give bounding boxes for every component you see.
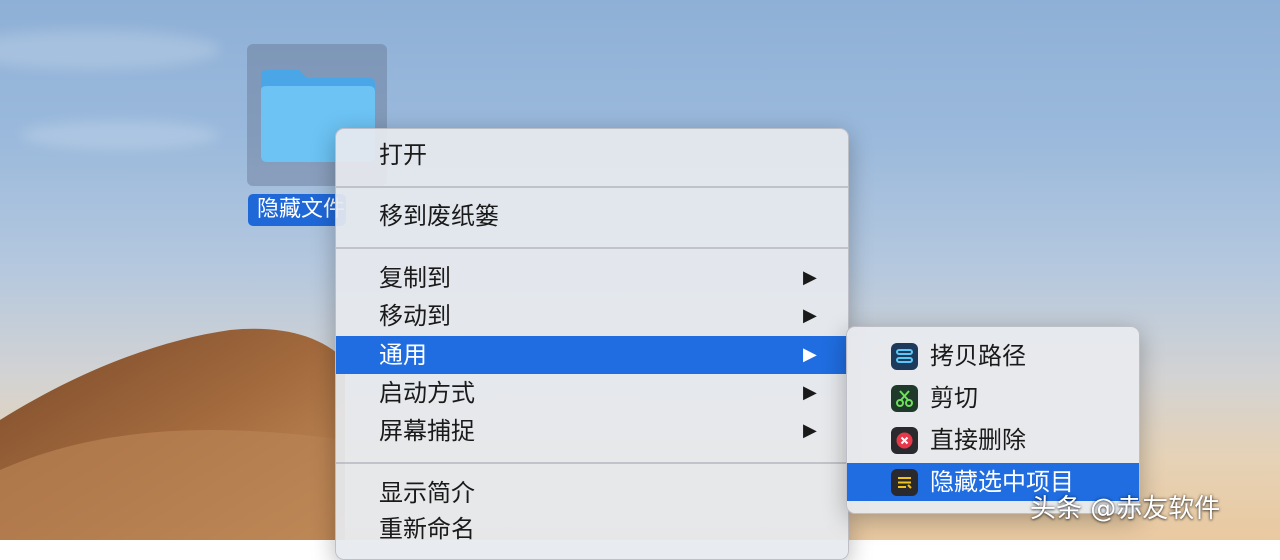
submenu-item-label: 直接删除 (930, 426, 1026, 454)
submenu-item-cut[interactable]: 剪切 (847, 379, 1139, 417)
menu-item-copy-to[interactable]: 复制到 ▶ (336, 259, 848, 297)
menu-item-open-with[interactable]: 启动方式 ▶ (336, 374, 848, 412)
menu-item-label: 重新命名 (379, 515, 475, 543)
menu-separator (336, 462, 848, 464)
submenu-arrow-icon: ▶ (803, 382, 817, 403)
menu-item-move-to[interactable]: 移动到 ▶ (336, 297, 848, 335)
copy-path-icon (891, 343, 918, 370)
submenu-item-label: 剪切 (930, 384, 978, 412)
submenu-item-delete[interactable]: 直接删除 (847, 421, 1139, 459)
submenu-arrow-icon: ▶ (803, 420, 817, 441)
menu-item-rename[interactable]: 重新命名 (336, 510, 848, 548)
folder-name-label[interactable]: 隐藏文件 (248, 194, 346, 226)
hide-icon (891, 469, 918, 496)
menu-item-label: 屏幕捕捉 (379, 417, 475, 445)
watermark: 头条 @赤友软件 (1030, 494, 1221, 524)
submenu-item-label: 拷贝路径 (930, 342, 1026, 370)
menu-item-label: 移到废纸篓 (379, 202, 499, 230)
menu-item-label: 打开 (379, 141, 427, 169)
submenu-item-copy-path[interactable]: 拷贝路径 (847, 337, 1139, 375)
menu-item-label: 显示简介 (379, 479, 475, 507)
menu-item-general[interactable]: 通用 ▶ (336, 336, 848, 374)
context-menu: 打开 移到废纸篓 复制到 ▶ 移动到 ▶ 通用 ▶ 启动方式 ▶ 屏幕捕捉 ▶ … (335, 128, 849, 560)
submenu-arrow-icon: ▶ (803, 344, 817, 365)
menu-item-screen-capture[interactable]: 屏幕捕捉 ▶ (336, 412, 848, 450)
general-submenu: 拷贝路径 剪切 直接删除 隐藏选中项目 (846, 326, 1140, 514)
menu-item-open[interactable]: 打开 (336, 136, 848, 174)
menu-separator (336, 247, 848, 249)
submenu-arrow-icon: ▶ (803, 267, 817, 288)
menu-item-label: 启动方式 (379, 379, 475, 407)
menu-item-move-to-trash[interactable]: 移到废纸篓 (336, 197, 848, 235)
menu-item-label: 通用 (379, 341, 427, 369)
menu-separator (336, 186, 848, 188)
menu-item-label: 复制到 (379, 264, 451, 292)
submenu-arrow-icon: ▶ (803, 305, 817, 326)
menu-item-get-info[interactable]: 显示简介 (336, 474, 848, 512)
menu-item-label: 移动到 (379, 302, 451, 330)
scissors-icon (891, 385, 918, 412)
delete-icon (891, 427, 918, 454)
